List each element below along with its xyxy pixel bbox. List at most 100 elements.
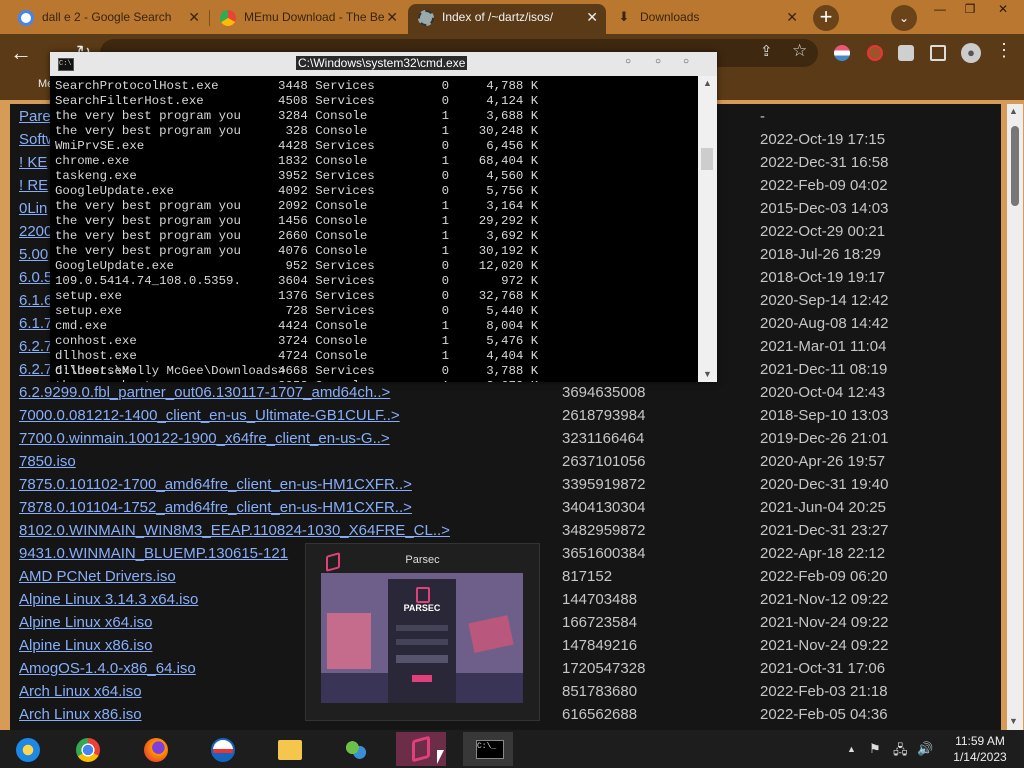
file-link[interactable]: Arch Linux x64.iso: [19, 683, 142, 700]
settings-icon: [418, 10, 434, 26]
process-session: Console: [315, 155, 368, 167]
process-session: Console: [308, 380, 442, 382]
file-date: -: [760, 108, 765, 125]
cmd-close-button[interactable]: ○: [683, 56, 689, 67]
taskbar-file-explorer[interactable]: [264, 732, 314, 766]
tab-memu-download[interactable]: MEmu Download - The Be ✕: [210, 4, 406, 34]
file-link[interactable]: AMD PCNet Drivers.iso: [19, 568, 176, 585]
maximize-button[interactable]: ❐: [955, 0, 985, 20]
extension-flag-icon[interactable]: [834, 45, 850, 61]
cmd-window[interactable]: C:\ C:\Windows\system32\cmd.exe ○ ○ ○ Se…: [50, 52, 717, 382]
file-link[interactable]: Alpine Linux x64.iso: [19, 614, 152, 631]
close-button[interactable]: ✕: [988, 0, 1018, 20]
tab-close-icon[interactable]: ✕: [586, 4, 598, 30]
file-link[interactable]: AmogOS-1.4.0-x86_64.iso: [19, 660, 196, 677]
network-icon[interactable]: 🖧: [893, 741, 908, 763]
extensions-puzzle-icon[interactable]: [898, 45, 914, 61]
process-pid: 4428: [278, 140, 308, 152]
cmd-scrollbar[interactable]: ▲ ▼: [698, 76, 717, 382]
file-link[interactable]: 7875.0.101102-1700_amd64fre_client_en-us…: [19, 476, 412, 493]
back-arrow-icon[interactable]: ←: [10, 40, 32, 66]
scroll-up-icon[interactable]: ▲: [703, 78, 712, 88]
file-link[interactable]: Alpine Linux x86.iso: [19, 637, 152, 654]
process-pid: 3604: [278, 275, 308, 287]
file-link[interactable]: 9431.0.WINMAIN_BLUEMP.130615-121: [19, 545, 288, 562]
file-link[interactable]: 5.00: [19, 246, 48, 263]
file-link[interactable]: 2200: [19, 223, 52, 240]
tab-close-icon[interactable]: ✕: [188, 4, 200, 30]
scroll-up-icon[interactable]: ▲: [1009, 106, 1018, 116]
file-link[interactable]: 6.1.6: [19, 292, 52, 309]
process-name: SearchFilterHost.exe: [55, 95, 204, 107]
side-panel-icon[interactable]: [930, 45, 946, 61]
bookmark-star-icon[interactable]: ☆: [792, 41, 807, 61]
scroll-down-icon[interactable]: ▼: [703, 369, 712, 379]
taskbar-obama[interactable]: [197, 732, 247, 766]
process-session: Console: [315, 200, 368, 212]
extension-avatar-icon[interactable]: [867, 45, 883, 61]
process-session: Services: [315, 95, 375, 107]
file-link[interactable]: 7000.0.081212-1400_client_en-us_Ultimate…: [19, 407, 400, 424]
chrome-menu-icon[interactable]: ⋮: [995, 40, 1013, 61]
new-tab-button[interactable]: +: [813, 5, 839, 31]
file-link[interactable]: 6.1.7: [19, 315, 52, 332]
file-link[interactable]: 7700.0.winmain.100122-1900_x64fre_client…: [19, 430, 390, 447]
file-link[interactable]: 6.0.5: [19, 269, 52, 286]
file-link[interactable]: Alpine Linux 3.14.3 x64.iso: [19, 591, 198, 608]
file-link[interactable]: 0Lin: [19, 200, 47, 217]
parsec-preview-popup[interactable]: Parsec PARSEC: [305, 543, 540, 721]
process-num: 1: [441, 215, 450, 227]
process-num: 1: [441, 335, 450, 347]
volume-icon[interactable]: 🔊: [917, 741, 933, 757]
tray-overflow-icon[interactable]: ▲: [847, 744, 856, 754]
file-link[interactable]: ! RE: [19, 177, 48, 194]
process-session: Services: [315, 80, 375, 92]
file-link[interactable]: 6.2.7: [19, 338, 52, 355]
cmd-titlebar[interactable]: C:\ C:\Windows\system32\cmd.exe ○ ○ ○: [50, 52, 717, 76]
file-link[interactable]: ! KE: [19, 154, 47, 171]
profile-avatar-icon[interactable]: ●: [961, 43, 981, 63]
action-center-flag-icon[interactable]: ⚑: [869, 741, 881, 757]
taskbar-cmd[interactable]: C:\_: [463, 732, 513, 766]
tab-close-icon[interactable]: ✕: [786, 4, 798, 30]
share-icon[interactable]: ⇪: [760, 42, 773, 60]
tab-google-search[interactable]: dall e 2 - Google Search ✕: [8, 4, 208, 34]
process-mem: 8,004 K: [486, 320, 539, 332]
file-link[interactable]: 6.2.9299.0.fbl_partner_out06.130117-1707…: [19, 384, 390, 401]
parsec-preview-title: Parsec: [405, 554, 440, 566]
cmd-console[interactable]: SearchProtocolHost.exe 3448 Services 0 4,788…: [50, 76, 698, 382]
file-link[interactable]: 6.2.7: [19, 361, 52, 378]
file-link[interactable]: 7878.0.101104-1752_amd64fre_client_en-us…: [19, 499, 412, 516]
file-link[interactable]: Arch Linux x86.iso: [19, 706, 142, 723]
file-link[interactable]: 7850.iso: [19, 453, 76, 470]
tab-index-of-isos[interactable]: Index of /~dartz/isos/ ✕: [408, 4, 606, 34]
file-date: 2022-Oct-29 00:21: [760, 223, 886, 240]
process-name: the very best program you: [55, 125, 241, 137]
process-pid: 4724: [278, 350, 308, 362]
file-date: 2020-Dec-31 19:40: [760, 476, 889, 493]
tab-downloads[interactable]: ⬇ Downloads ✕: [606, 4, 806, 34]
mouse-cursor-icon: [437, 750, 444, 764]
browser-tab-strip: dall e 2 - Google Search ✕ MEmu Download…: [0, 0, 1024, 34]
file-link[interactable]: 8102.0.WINMAIN_WIN8M3_EEAP.110824-1030_X…: [19, 522, 450, 539]
page-scrollbar[interactable]: ▲ ▼: [1007, 104, 1023, 730]
cmd-maximize-button[interactable]: ○: [655, 56, 661, 67]
clock-time[interactable]: 11:59 AM: [940, 734, 1020, 748]
file-size: 3395919872: [562, 476, 646, 493]
taskbar-chrome[interactable]: [62, 732, 112, 766]
taskbar-network-users[interactable]: [330, 732, 380, 766]
clock-date[interactable]: 1/14/2023: [940, 750, 1020, 764]
process-pid: 1456: [278, 215, 308, 227]
file-link[interactable]: Pare: [19, 108, 51, 125]
taskbar-ie[interactable]: [2, 732, 52, 766]
cmd-minimize-button[interactable]: ○: [625, 56, 631, 67]
scrollbar-thumb[interactable]: [1011, 126, 1019, 206]
process-mem: 29,292 K: [478, 215, 539, 227]
parsec-window-thumbnail[interactable]: PARSEC: [321, 573, 523, 703]
cmd-scrollbar-thumb[interactable]: [701, 148, 713, 170]
tab-close-icon[interactable]: ✕: [386, 4, 398, 30]
minimize-button[interactable]: —: [925, 0, 955, 20]
scroll-down-icon[interactable]: ▼: [1009, 716, 1018, 726]
taskbar-firefox[interactable]: [130, 732, 180, 766]
tab-search-button[interactable]: ⌄: [891, 5, 917, 31]
